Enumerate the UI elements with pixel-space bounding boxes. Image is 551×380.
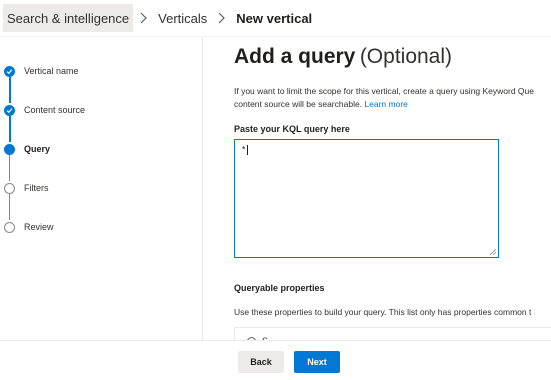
learn-more-link[interactable]: Learn more xyxy=(364,99,407,109)
kql-query-value: * xyxy=(241,145,247,156)
kql-field-label: Paste your KQL query here xyxy=(234,124,350,134)
step-connector xyxy=(9,194,10,220)
pending-step-circle-icon xyxy=(4,182,15,194)
description-line-2: content source will be searchable. Learn… xyxy=(234,98,551,111)
description-line: If you want to limit the scope for this … xyxy=(234,86,535,96)
back-button[interactable]: Back xyxy=(238,351,284,373)
current-step-dot-icon xyxy=(4,143,15,155)
queryable-properties-list: S xyxy=(234,327,551,340)
page-description: If you want to limit the scope for this … xyxy=(234,85,551,111)
wizard-step-label: Filters xyxy=(24,183,49,193)
page-title-suffix: (Optional) xyxy=(359,45,453,68)
step-connector xyxy=(9,155,10,181)
queryable-properties-description: Use these properties to build your query… xyxy=(234,307,532,317)
wizard-step-filters[interactable]: Filters xyxy=(4,181,49,195)
main-content: Add a query (Optional) If you want to li… xyxy=(204,37,551,340)
kql-query-textarea[interactable]: * xyxy=(234,139,499,258)
wizard-step-label: Vertical name xyxy=(24,66,79,76)
next-button[interactable]: Next xyxy=(294,351,340,373)
wizard-step-content-source[interactable]: Content source xyxy=(4,103,85,117)
wizard-steps-panel: Vertical name Content source Query Filte… xyxy=(0,37,203,340)
breadcrumb-verticals-link[interactable]: Verticals xyxy=(154,4,211,32)
wizard-step-label: Review xyxy=(24,222,54,232)
wizard-footer: Back Next xyxy=(0,340,551,380)
chevron-right-icon xyxy=(133,12,154,24)
wizard-step-label: Content source xyxy=(24,105,86,115)
resize-grip-icon[interactable] xyxy=(490,249,496,255)
text-caret xyxy=(247,145,249,155)
pending-step-circle-icon xyxy=(4,221,15,233)
breadcrumb: Search & intelligence Verticals New vert… xyxy=(0,0,551,36)
wizard-step-query[interactable]: Query xyxy=(4,142,50,156)
checkmark-icon xyxy=(4,104,15,116)
page-title-text: Add a query xyxy=(234,45,356,68)
wizard-step-review[interactable]: Review xyxy=(4,220,54,234)
wizard-step-vertical-name[interactable]: Vertical name xyxy=(4,64,79,78)
queryable-properties-title: Queryable properties xyxy=(234,283,325,293)
description-text: content source will be searchable. xyxy=(234,99,363,109)
wizard-step-label: Query xyxy=(24,144,51,154)
page-title: Add a query (Optional) xyxy=(234,45,452,69)
step-connector xyxy=(8,77,11,103)
step-connector xyxy=(8,116,11,142)
breadcrumb-current-page: New vertical xyxy=(236,10,313,26)
checkmark-icon xyxy=(4,65,15,77)
chevron-right-icon xyxy=(211,12,232,24)
breadcrumb-search-intelligence-link[interactable]: Search & intelligence xyxy=(3,4,134,32)
